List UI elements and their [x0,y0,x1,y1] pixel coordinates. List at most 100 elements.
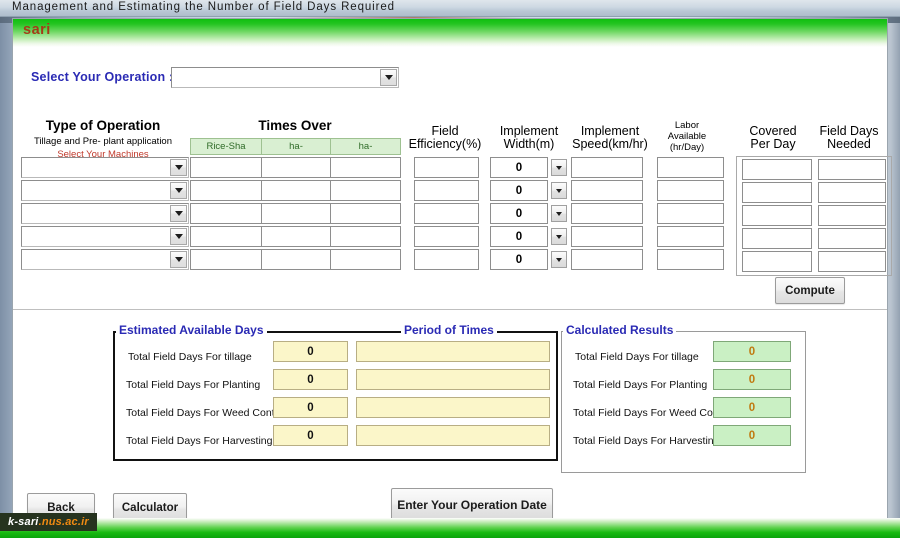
header-field-efficiency-line2: Efficiency(%) [408,137,482,151]
times-over-cell-4-1[interactable] [261,249,331,270]
green-header-band: sari [13,19,887,47]
machine-dropdown-row-4[interactable] [21,249,189,270]
chevron-down-icon[interactable] [170,182,187,199]
times-over-cell-1-1[interactable] [261,180,331,201]
title-bar: Management and Estimating the Number of … [0,0,900,17]
labor-available-input-1[interactable] [657,180,724,201]
subheader-times-over-0: Rice-Sha [190,138,262,155]
field-days-needed-output-1 [818,182,886,203]
left-row-label-2: Total Field Days For Weed Control [126,407,287,419]
header-field-days-needed-line2: Needed [827,137,871,151]
implement-width-chevron-down-icon-2[interactable] [551,205,567,222]
labor-available-input-0[interactable] [657,157,724,178]
compute-button[interactable]: Compute [775,277,845,304]
implement-width-input-1[interactable]: 0 [490,180,548,201]
implement-width-input-4[interactable]: 0 [490,249,548,270]
labor-available-input-2[interactable] [657,203,724,224]
implement-width-input-3[interactable]: 0 [490,226,548,247]
header-covered-per-day-line2: Per Day [750,137,796,151]
covered-per-day-output-4 [742,251,812,272]
field-days-needed-output-4 [818,251,886,272]
machine-dropdown-row-1[interactable] [21,180,189,201]
left-row-label-1: Total Field Days For Planting [126,379,261,391]
labor-available-input-4[interactable] [657,249,724,270]
times-over-cell-2-1[interactable] [261,203,331,224]
times-over-cell-1-2[interactable] [330,180,401,201]
field-efficiency-input-2[interactable] [414,203,479,224]
implement-speed-input-0[interactable] [571,157,643,178]
main-content-window: sari Select Your Operation : Type of Ope… [12,18,892,523]
estimated-days-field-2[interactable]: 0 [273,397,348,418]
subheader-times-over-2: ha- [330,138,401,155]
times-over-cell-0-0[interactable] [190,157,262,178]
implement-width-chevron-down-icon-3[interactable] [551,228,567,245]
chevron-down-icon[interactable] [170,159,187,176]
calculated-result-field-0: 0 [713,341,791,362]
implement-width-chevron-down-icon-4[interactable] [551,251,567,268]
header-type-of-operation: Type of Operation [45,118,161,133]
labor-available-input-3[interactable] [657,226,724,247]
section-divider [13,309,887,310]
times-over-cell-3-0[interactable] [190,226,262,247]
header-type-of-operation-sub: Tillage and Pre- plant application [33,136,172,147]
implement-speed-input-2[interactable] [571,203,643,224]
site-logo-domain: .nus.ac.ir [38,516,89,528]
implement-width-chevron-down-icon-1[interactable] [551,182,567,199]
period-of-times-field-0[interactable] [356,341,550,362]
implement-width-input-2[interactable]: 0 [490,203,548,224]
calculated-result-field-2: 0 [713,397,791,418]
calculated-result-field-1: 0 [713,369,791,390]
subheader-times-over-1: ha- [261,138,331,155]
right-row-label-1: Total Field Days For Planting [573,379,708,391]
select-operation-label: Select Your Operation : [31,70,174,84]
field-efficiency-input-0[interactable] [414,157,479,178]
application-window: Management and Estimating the Number of … [0,0,900,538]
implement-speed-input-4[interactable] [571,249,643,270]
enter-operation-date-button[interactable]: Enter Your Operation Date [391,488,553,521]
legend-calculated-results: Calculated Results [563,323,677,337]
field-efficiency-input-4[interactable] [414,249,479,270]
header-labor-available-line3: (hr/Day) [669,142,705,153]
times-over-cell-1-0[interactable] [190,180,262,201]
legend-estimated-available-days: Estimated Available Days [116,323,267,337]
estimated-days-field-1[interactable]: 0 [273,369,348,390]
select-operation-dropdown[interactable] [171,67,399,88]
field-days-needed-output-2 [818,205,886,226]
estimated-days-field-0[interactable]: 0 [273,341,348,362]
operations-grid: Type of Operation Tillage and Pre- plant… [13,97,892,304]
times-over-cell-2-0[interactable] [190,203,262,224]
chevron-down-icon[interactable] [170,205,187,222]
machine-dropdown-row-2[interactable] [21,203,189,224]
footer-green-band [0,518,900,538]
site-logo: k-sari .nus.ac.ir [0,513,97,531]
brand-logo-text: sari [23,22,51,38]
times-over-cell-0-1[interactable] [261,157,331,178]
chevron-down-icon[interactable] [170,251,187,268]
header-times-over: Times Over [258,118,332,133]
implement-width-input-0[interactable]: 0 [490,157,548,178]
chevron-down-icon[interactable] [380,69,397,86]
period-of-times-field-2[interactable] [356,397,550,418]
times-over-cell-3-2[interactable] [330,226,401,247]
machine-dropdown-row-3[interactable] [21,226,189,247]
period-of-times-field-1[interactable] [356,369,550,390]
period-of-times-field-3[interactable] [356,425,550,446]
field-efficiency-input-1[interactable] [414,180,479,201]
times-over-cell-4-0[interactable] [190,249,262,270]
times-over-cell-0-2[interactable] [330,157,401,178]
covered-per-day-output-3 [742,228,812,249]
machine-dropdown-row-0[interactable] [21,157,189,178]
estimated-days-field-3[interactable]: 0 [273,425,348,446]
times-over-cell-4-2[interactable] [330,249,401,270]
right-row-label-2: Total Field Days For Weed Control [573,407,734,419]
left-row-label-0: Total Field Days For tillage [128,351,252,363]
implement-speed-input-1[interactable] [571,180,643,201]
implement-speed-input-3[interactable] [571,226,643,247]
legend-period-of-times: Period of Times [401,323,497,337]
chevron-down-icon[interactable] [170,228,187,245]
covered-per-day-output-2 [742,205,812,226]
times-over-cell-2-2[interactable] [330,203,401,224]
field-efficiency-input-3[interactable] [414,226,479,247]
times-over-cell-3-1[interactable] [261,226,331,247]
implement-width-chevron-down-icon-0[interactable] [551,159,567,176]
